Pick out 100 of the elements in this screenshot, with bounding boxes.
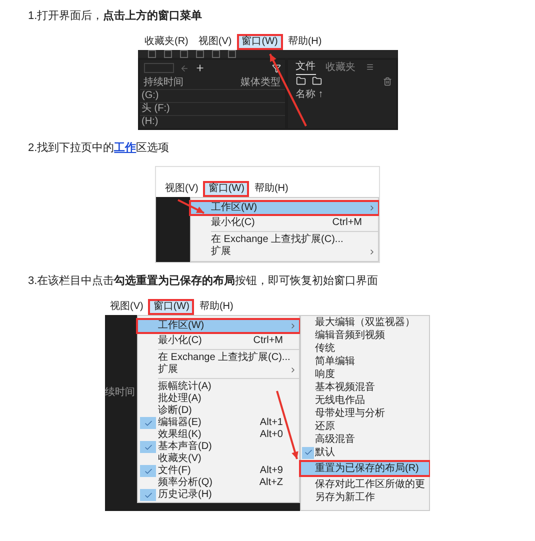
menu-item[interactable]: 基本声音(D) [138,441,299,453]
menu-item-label: 高级混音 [315,433,355,446]
menu-bar-item[interactable]: 帮助(H) [194,299,238,315]
menu-item-label: 编辑器(E) [158,417,202,429]
drive-row[interactable]: 头 (F:) [140,102,284,115]
menu-bar-item[interactable]: 视图(V) [105,299,148,315]
menu-item[interactable]: 扩展 [138,364,299,376]
menu-item[interactable]: 高级混音 [301,433,429,446]
step-instruction: 3.在该栏目中点击勾选重置为已保存的布局按钮，即可恢复初始窗口界面 [27,274,380,289]
menu-item-label: 历史记录(H) [158,489,213,501]
drive-row[interactable]: (H:) [140,115,284,128]
step-instruction: 1.打开界面后，点击上方的窗口菜单 [27,8,204,24]
column-header: 名称 ↑ [296,88,324,101]
menu-item[interactable]: 扩展 [191,246,378,258]
menu-item[interactable]: 工作区(W) [191,202,378,214]
menu-bar-item[interactable]: 帮助(H) [249,181,294,197]
menu-item-label: 简单编辑 [315,355,355,368]
menu-item-label: 批处理(A) [158,393,202,404]
menu-item-label: 默认 [315,446,335,459]
folder-icon[interactable] [312,76,322,86]
back-icon[interactable] [180,64,188,72]
menu-item-label: 重置为已保存的布局(R) [315,462,419,475]
workspace-link[interactable]: 工作 [114,142,136,154]
menu-item-label: 最大编辑（双监视器） [315,316,415,329]
menu-bar-item[interactable]: 窗口(W) [236,34,283,50]
pointer-arrow [178,199,204,214]
menu-item[interactable]: 批处理(A) [138,393,299,405]
menu-item[interactable]: 收藏夹(V) [138,453,299,465]
menu-item[interactable]: 传统 [301,342,429,355]
menu-item-label: 编辑音频到视频 [315,329,385,342]
menu-item[interactable]: 最大编辑（双监视器） [301,316,429,329]
step-instruction: 2.找到下拉页中的工作区选项 [27,141,170,156]
app-background [156,197,190,262]
menu-item[interactable]: 历史记录(H) [138,489,299,501]
menu-item-label: 文件(F) [158,465,192,476]
menu-item[interactable]: 还原 [301,420,429,433]
menu-item[interactable]: 诊断(D) [138,405,299,417]
menu-item[interactable]: 简单编辑 [301,355,429,368]
menu-item[interactable]: 振幅统计(A) [138,381,299,393]
menu-bar-item[interactable]: 视图(V) [160,181,204,197]
menu-item-label: 响度 [315,368,335,381]
menu-bar-item[interactable]: 窗口(W) [148,299,194,315]
menu-item[interactable]: 最小化(C) Ctrl+M [138,335,299,347]
menu-item[interactable]: 基本视频混音 [301,381,429,394]
menu-item[interactable]: 响度 [301,368,429,381]
menu-item-label: 工作区(W) [158,320,206,332]
menu-item-label: 诊断(D) [158,405,193,416]
menu-item-label: 扩展 [211,246,232,258]
menu-item-label: 在 Exchange 上查找扩展(C)... [211,234,344,246]
menu-item-label: 基本声音(D) [158,441,213,452]
menu-item[interactable]: 默认 [301,446,429,459]
shortcut-label: Alt+0 [260,429,284,441]
shortcut-label: Ctrl+M [332,217,363,229]
menu-item[interactable]: 编辑音频到视频 [301,329,429,342]
menu-bar-item[interactable]: 视图(V) [193,34,237,50]
drive-row[interactable]: (G:) [140,89,284,102]
menu-item[interactable]: 另存为新工作 [301,491,429,504]
menu-item-label: 收藏夹(V) [158,453,202,464]
menu-item-label: 在 Exchange 上查找扩展(C)... [158,352,290,364]
menu-item-label: 最小化(C) [158,335,203,347]
menu-item-label: 最小化(C) [211,217,256,229]
menu-bar-item[interactable]: 窗口(W) [203,181,250,197]
menu-bar-item[interactable]: 收藏夹(R) [140,34,194,50]
menu-item[interactable]: 最小化(C) Ctrl+M [191,217,378,229]
menu-item-label: 另存为新工作 [315,491,375,504]
menu-item[interactable]: 在 Exchange 上查找扩展(C)... [191,234,378,246]
shortcut-label: Alt+1 [260,417,284,429]
shortcut-label: Alt+9 [260,465,284,477]
menu-item[interactable]: 频率分析(Q) Alt+Z [138,477,299,489]
trash-icon[interactable] [382,76,392,86]
shortcut-label: Alt+Z [259,477,284,489]
menu-icon[interactable] [366,63,374,71]
menu-item-label: 母带处理与分析 [315,407,385,420]
menu-item-label: 传统 [315,342,335,355]
panel-tab[interactable]: 收藏夹 [326,60,356,74]
menu-item[interactable]: 重置为已保存的布局(R) [301,462,429,475]
menu-item-label: 扩展 [158,364,179,376]
menu-item[interactable]: 工作区(W) [138,320,299,332]
menu-item-label: 振幅统计(A) [158,381,212,392]
menu-bar-item[interactable]: 帮助(H) [282,34,327,50]
menu-item-label: 效果组(K) [158,429,202,440]
menu-item[interactable]: 效果组(K) Alt+0 [138,429,299,441]
add-icon[interactable] [194,63,204,73]
menu-item[interactable]: 在 Exchange 上查找扩展(C)... [138,352,299,364]
column-header: 媒体类型 [240,76,280,89]
menu-item[interactable]: 无线电作品 [301,394,429,407]
menu-item-label: 频率分析(Q) [158,477,214,488]
menu-item[interactable]: 编辑器(E) Alt+1 [138,417,299,429]
menu-item-label: 基本视频混音 [315,381,375,394]
menu-item-label: 无线电作品 [315,394,365,407]
column-header: 持续时间 [144,76,184,89]
menu-item[interactable]: 母带处理与分析 [301,407,429,420]
menu-item-label: 还原 [315,420,335,433]
panel-tab[interactable]: 文件 [296,59,316,75]
column-header: 续时间 [105,386,135,400]
folder-icon[interactable] [296,76,306,86]
menu-item[interactable]: 文件(F) Alt+9 [138,465,299,477]
dropdown-field[interactable] [144,63,174,73]
menu-item-label: 工作区(W) [211,202,258,214]
filter-icon[interactable] [272,64,280,72]
